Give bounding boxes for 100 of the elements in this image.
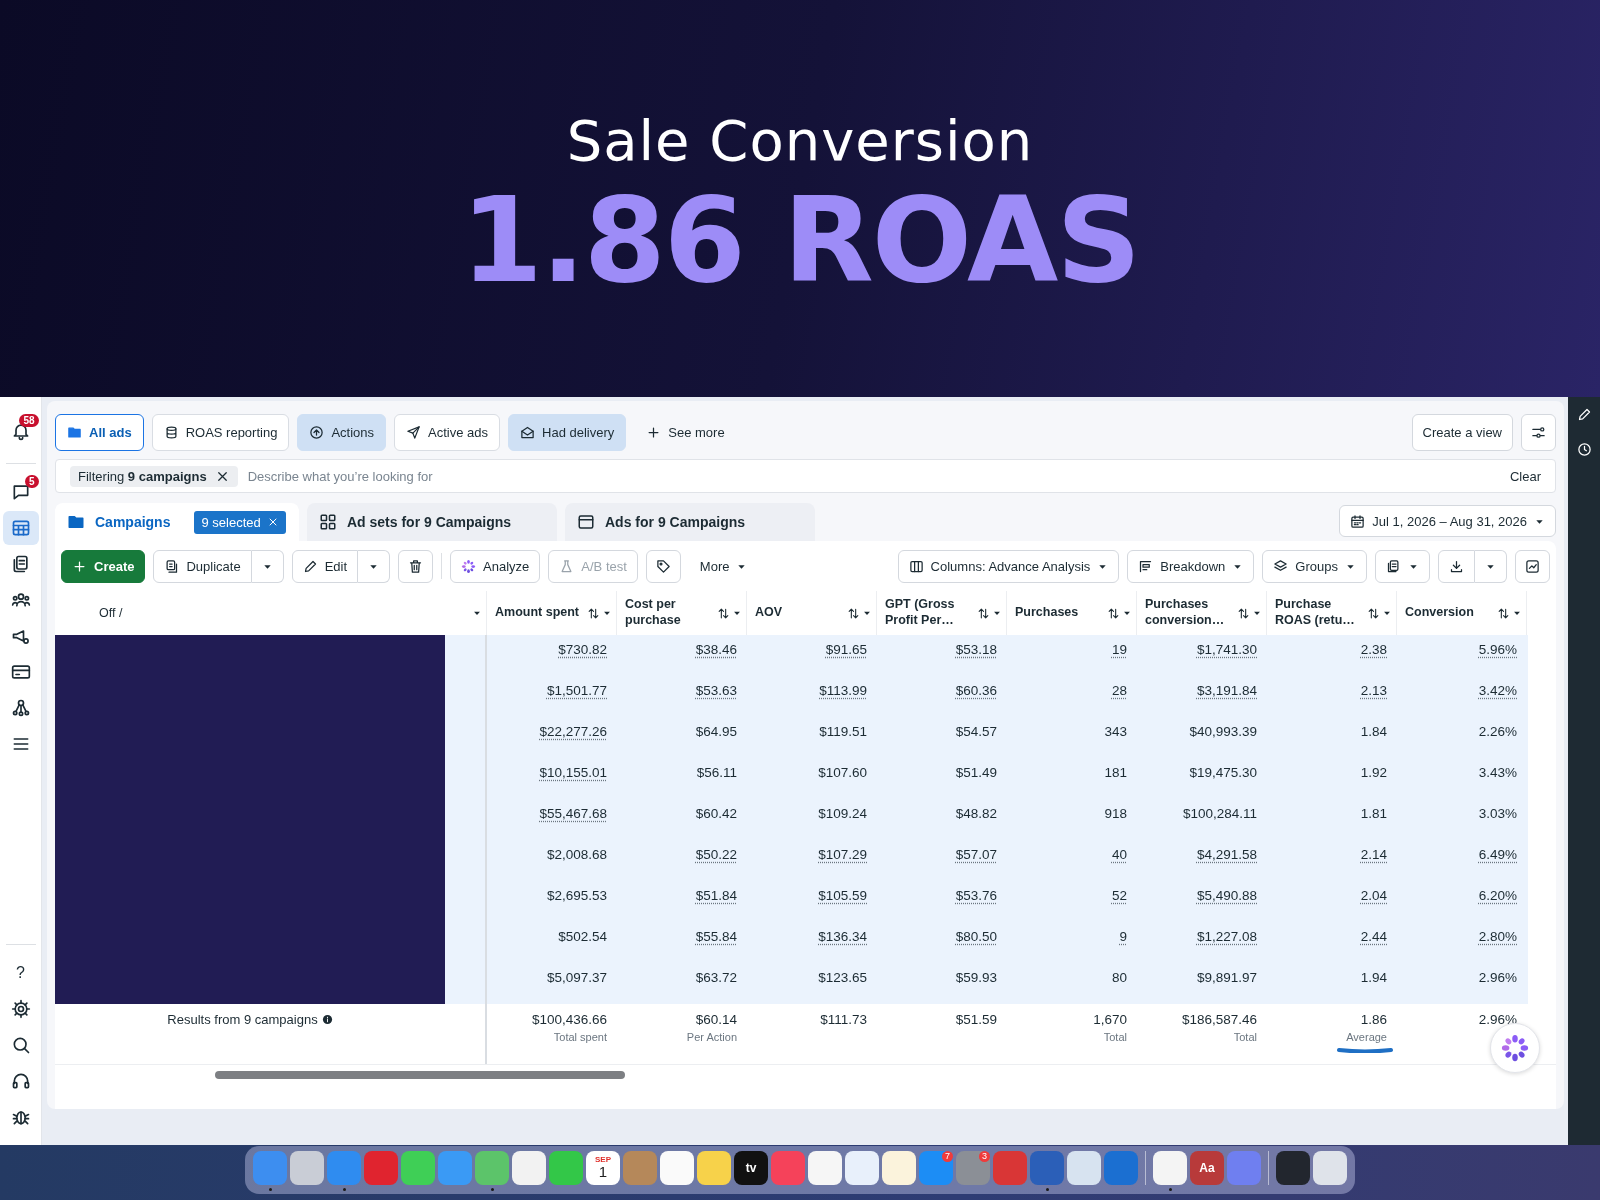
table-row[interactable]: $730.82 $38.46 $91.65 $53.18 19 $1,741.30 2.38 5.96% <box>445 635 1528 676</box>
app-icon[interactable] <box>660 1151 694 1185</box>
level-tab[interactable]: Ads for 9 Campaigns <box>565 503 815 541</box>
table-cell[interactable]: 52 <box>1007 881 1137 922</box>
table-cell[interactable]: $107.29 <box>747 840 877 881</box>
table-cell[interactable]: $4,291.58 <box>1137 840 1267 881</box>
app-icon[interactable]: Aa <box>1190 1151 1224 1185</box>
table-cell[interactable]: 19 <box>1007 635 1137 676</box>
table-cell[interactable]: 2.44 <box>1267 922 1397 963</box>
app-icon[interactable]: 3 <box>956 1151 990 1185</box>
app-icon[interactable] <box>882 1151 916 1185</box>
table-cell[interactable]: $1,741.30 <box>1137 635 1267 676</box>
table-row[interactable]: $55,467.68 $60.42 $109.24 $48.82 918 $100,284.11 1.81 3.03% <box>445 799 1528 840</box>
table-row[interactable]: $5,097.37 $63.72 $123.65 $59.93 80 $9,891.97 1.94 2.96% <box>445 963 1528 1004</box>
table-cell[interactable]: 2.80% <box>1397 922 1527 963</box>
history-button[interactable] <box>1576 442 1592 457</box>
delete-button[interactable] <box>398 549 434 583</box>
table-cell[interactable]: 3.42% <box>1397 676 1527 717</box>
table-cell[interactable]: $60.36 <box>877 676 1007 717</box>
groups-button[interactable]: Groups <box>1262 549 1367 583</box>
table-row[interactable]: $2,008.68 $50.22 $107.29 $57.07 40 $4,291.58 2.14 6.49% <box>445 840 1528 881</box>
table-cell[interactable]: 6.49% <box>1397 840 1527 881</box>
table-cell[interactable]: $55.84 <box>617 922 747 963</box>
app-icon[interactable] <box>1067 1151 1101 1185</box>
table-cell[interactable]: 5.96% <box>1397 635 1527 676</box>
search-field[interactable]: Filtering 9 campaigns Describe what you’re looking for Clear <box>55 459 1556 493</box>
view-chip[interactable]: Actions <box>297 413 387 451</box>
create-button[interactable]: Create <box>61 549 146 583</box>
app-icon[interactable] <box>697 1151 731 1185</box>
duplicate-button[interactable]: Duplicate <box>153 549 252 583</box>
sidebar-item[interactable]: 58 <box>2 414 39 448</box>
app-icon[interactable] <box>290 1151 324 1185</box>
table-cell[interactable]: 2.04 <box>1267 881 1397 922</box>
table-row[interactable]: $1,501.77 $53.63 $113.99 $60.36 28 $3,191.84 2.13 3.42% <box>445 676 1528 717</box>
app-icon[interactable] <box>1153 1151 1187 1185</box>
app-icon[interactable] <box>512 1151 546 1185</box>
table-cell[interactable]: $55,467.68 <box>487 799 617 840</box>
analyze-button[interactable]: Analyze <box>450 549 541 583</box>
view-chip[interactable]: ROAS reporting <box>151 413 290 451</box>
table-row[interactable]: $22,277.26 $64.95 $119.51 $54.57 343 $40,993.39 1.84 2.26% <box>445 717 1528 758</box>
table-cell[interactable]: 40 <box>1007 840 1137 881</box>
table-cell[interactable]: $38.46 <box>617 635 747 676</box>
app-icon[interactable] <box>1276 1151 1310 1185</box>
view-chip[interactable]: Had delivery <box>508 413 627 451</box>
table-cell[interactable]: $91.65 <box>747 635 877 676</box>
table-cell[interactable]: $53.63 <box>617 676 747 717</box>
reports-button[interactable] <box>1375 549 1430 583</box>
table-cell[interactable]: $113.99 <box>747 676 877 717</box>
app-icon[interactable] <box>475 1151 509 1185</box>
filter-chip[interactable]: Filtering 9 campaigns <box>70 465 238 487</box>
table-row[interactable]: $502.54 $55.84 $136.34 $80.50 9 $1,227.08 2.44 2.80% <box>445 922 1528 963</box>
level-tab[interactable]: Ad sets for 9 Campaigns <box>307 503 557 541</box>
app-icon[interactable]: SEP 1 <box>586 1151 620 1185</box>
table-cell[interactable]: $1,501.77 <box>487 676 617 717</box>
table-cell[interactable]: $730.82 <box>487 635 617 676</box>
edit-button[interactable] <box>1576 407 1592 422</box>
app-icon[interactable]: 7 <box>919 1151 953 1185</box>
table-cell[interactable]: $105.59 <box>747 881 877 922</box>
table-cell[interactable]: $3,191.84 <box>1137 676 1267 717</box>
table-cell[interactable]: $5,490.88 <box>1137 881 1267 922</box>
table-cell[interactable]: $136.34 <box>747 922 877 963</box>
table-cell[interactable]: 6.20% <box>1397 881 1527 922</box>
table-cell[interactable]: $53.76 <box>877 881 1007 922</box>
view-chip[interactable]: Active ads <box>394 413 500 451</box>
export-button[interactable] <box>1438 549 1475 583</box>
scrollbar[interactable] <box>215 1071 625 1079</box>
table-cell[interactable]: $53.18 <box>877 635 1007 676</box>
tag-button[interactable] <box>645 549 681 583</box>
table-row[interactable]: $2,695.53 $51.84 $105.59 $53.76 52 $5,490.88 2.04 6.20% <box>445 881 1528 922</box>
breakdown-button[interactable]: Breakdown <box>1127 549 1255 583</box>
app-icon[interactable] <box>549 1151 583 1185</box>
help-button[interactable]: ? <box>2 956 39 990</box>
table-cell[interactable]: 28 <box>1007 676 1137 717</box>
level-tab[interactable]: Campaigns 9 selected <box>55 503 299 541</box>
table-cell[interactable]: 2.13 <box>1267 676 1397 717</box>
edit-button[interactable]: Edit <box>291 549 359 583</box>
table-cell[interactable]: $22,277.26 <box>487 717 617 758</box>
app-icon[interactable]: tv <box>734 1151 768 1185</box>
app-icon[interactable] <box>845 1151 879 1185</box>
view-settings-button[interactable] <box>1521 413 1556 451</box>
table-row[interactable]: $10,155.01 $56.11 $107.60 $51.49 181 $19,475.30 1.92 3.43% <box>445 758 1528 799</box>
app-icon[interactable] <box>808 1151 842 1185</box>
date-range-picker[interactable]: Jul 1, 2026 – Aug 31, 2026 <box>1339 505 1556 537</box>
assistant-button[interactable] <box>1490 1023 1540 1073</box>
view-chip[interactable]: All ads <box>55 413 144 451</box>
table-cell[interactable]: $57.07 <box>877 840 1007 881</box>
table-cell[interactable]: 9 <box>1007 922 1137 963</box>
table-cell[interactable]: $10,155.01 <box>487 758 617 799</box>
table-cell[interactable]: $1,227.08 <box>1137 922 1267 963</box>
table-cell[interactable]: $80.50 <box>877 922 1007 963</box>
columns-button[interactable]: Columns: Advance Analysis <box>897 549 1120 583</box>
table-cell[interactable]: 2.38 <box>1267 635 1397 676</box>
selection-badge[interactable]: 9 selected <box>194 510 286 534</box>
charts-button[interactable] <box>1515 549 1550 583</box>
create-view-button[interactable]: Create a view <box>1411 413 1513 451</box>
app-icon[interactable] <box>401 1151 435 1185</box>
table-cell[interactable]: $50.22 <box>617 840 747 881</box>
table-cell[interactable]: $51.84 <box>617 881 747 922</box>
clear-button[interactable]: Clear <box>1503 467 1547 485</box>
app-icon[interactable] <box>1313 1151 1347 1185</box>
